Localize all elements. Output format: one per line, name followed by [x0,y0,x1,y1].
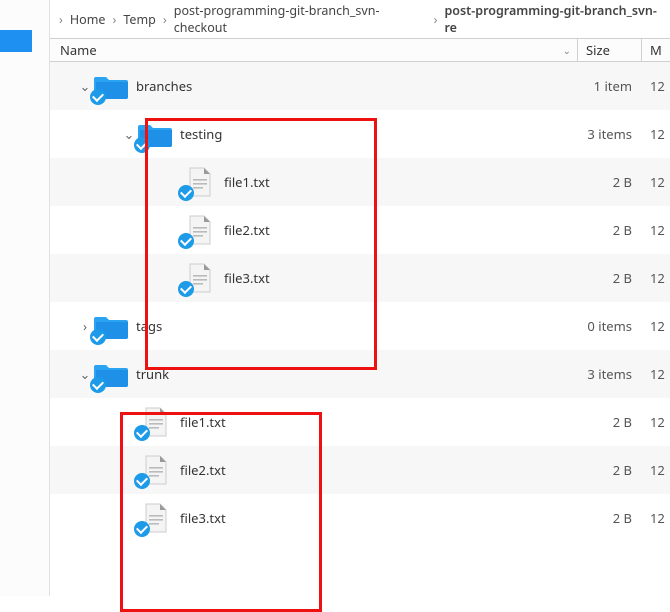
vcs-check-badge-icon [90,89,106,105]
vcs-check-badge-icon [178,185,194,201]
vcs-check-badge-icon [134,425,150,441]
file-icon [182,167,218,197]
tree-file-row[interactable]: file3.txt 2 B12 [50,254,670,302]
item-modified: 12 [642,317,670,335]
chevron-right-icon: › [56,11,66,28]
item-size: 2 B [578,413,642,431]
vcs-check-badge-icon [134,137,150,153]
column-header-row: Name ⌄ Size M [50,38,670,62]
tree-folder-row[interactable]: ⌄ testing 3 items12 [50,110,670,158]
item-label: branches [130,77,192,95]
chevron-down-icon: ⌄ [563,43,577,57]
tree-file-row[interactable]: file1.txt 2 B12 [50,158,670,206]
item-modified: 12 [642,413,670,431]
tree-file-row[interactable]: file2.txt 2 B12 [50,206,670,254]
file-icon [138,455,174,485]
breadcrumb-segment[interactable]: Temp [123,11,156,28]
item-label: file3.txt [218,269,270,287]
item-modified: 12 [642,77,670,95]
tree-file-row[interactable]: file3.txt 2 B12 [50,494,670,542]
item-modified: 12 [642,509,670,527]
item-size: 3 items [578,365,642,383]
chevron-right-icon: › [160,11,170,28]
tree-file-row[interactable]: file2.txt 2 B12 [50,446,670,494]
item-size: 2 B [578,509,642,527]
item-modified: 12 [642,173,670,191]
column-header-name[interactable]: Name ⌄ [50,39,578,61]
item-label: tags [130,317,162,335]
item-label: trunk [130,365,169,383]
folder-icon [94,311,130,341]
item-label: file1.txt [174,413,226,431]
places-sidebar[interactable] [0,0,50,596]
item-label: file2.txt [174,461,226,479]
breadcrumb-segment[interactable]: post-programming-git-branch_svn-checkout [174,2,427,36]
item-label: file1.txt [218,173,270,191]
tree-folder-row[interactable]: ⌄ branches 1 item12 [50,62,670,110]
breadcrumb: › Home › Temp › post-programming-git-bra… [50,0,670,38]
chevron-down-icon[interactable]: ⌄ [122,127,136,141]
item-size: 2 B [578,461,642,479]
item-size: 2 B [578,269,642,287]
file-icon [182,215,218,245]
item-size: 2 B [578,221,642,239]
item-label: file2.txt [218,221,270,239]
folder-icon [94,71,130,101]
breadcrumb-segment[interactable]: Home [70,11,106,28]
sidebar-active-marker [0,30,32,52]
vcs-check-badge-icon [90,377,106,393]
vcs-check-badge-icon [90,329,106,345]
vcs-check-badge-icon [178,281,194,297]
chevron-down-icon[interactable]: ⌄ [78,367,92,381]
column-header-modified[interactable]: M [642,39,670,61]
item-modified: 12 [642,269,670,287]
item-label: file3.txt [174,509,226,527]
file-icon [182,263,218,293]
file-tree: ⌄ branches1 item12⌄ testing3 items12 fil… [50,62,670,596]
chevron-down-icon[interactable]: ⌄ [78,79,92,93]
tree-folder-row[interactable]: ⌄ trunk 3 items12 [50,350,670,398]
item-size: 2 B [578,173,642,191]
vcs-check-badge-icon [178,233,194,249]
file-icon [138,503,174,533]
folder-icon [138,119,174,149]
chevron-right-icon: › [431,11,441,28]
chevron-right-icon[interactable]: › [78,319,92,333]
column-header-size[interactable]: Size [578,39,642,61]
file-icon [138,407,174,437]
folder-icon [94,359,130,389]
item-modified: 12 [642,461,670,479]
item-modified: 12 [642,221,670,239]
item-modified: 12 [642,125,670,143]
breadcrumb-segment-current[interactable]: post-programming-git-branch_svn-re [444,2,664,36]
vcs-check-badge-icon [134,521,150,537]
item-modified: 12 [642,365,670,383]
item-size: 1 item [578,77,642,95]
tree-folder-row[interactable]: › tags 0 items12 [50,302,670,350]
vcs-check-badge-icon [134,473,150,489]
item-size: 0 items [578,317,642,335]
item-size: 3 items [578,125,642,143]
item-label: testing [174,125,222,143]
chevron-right-icon: › [109,11,119,28]
tree-file-row[interactable]: file1.txt 2 B12 [50,398,670,446]
